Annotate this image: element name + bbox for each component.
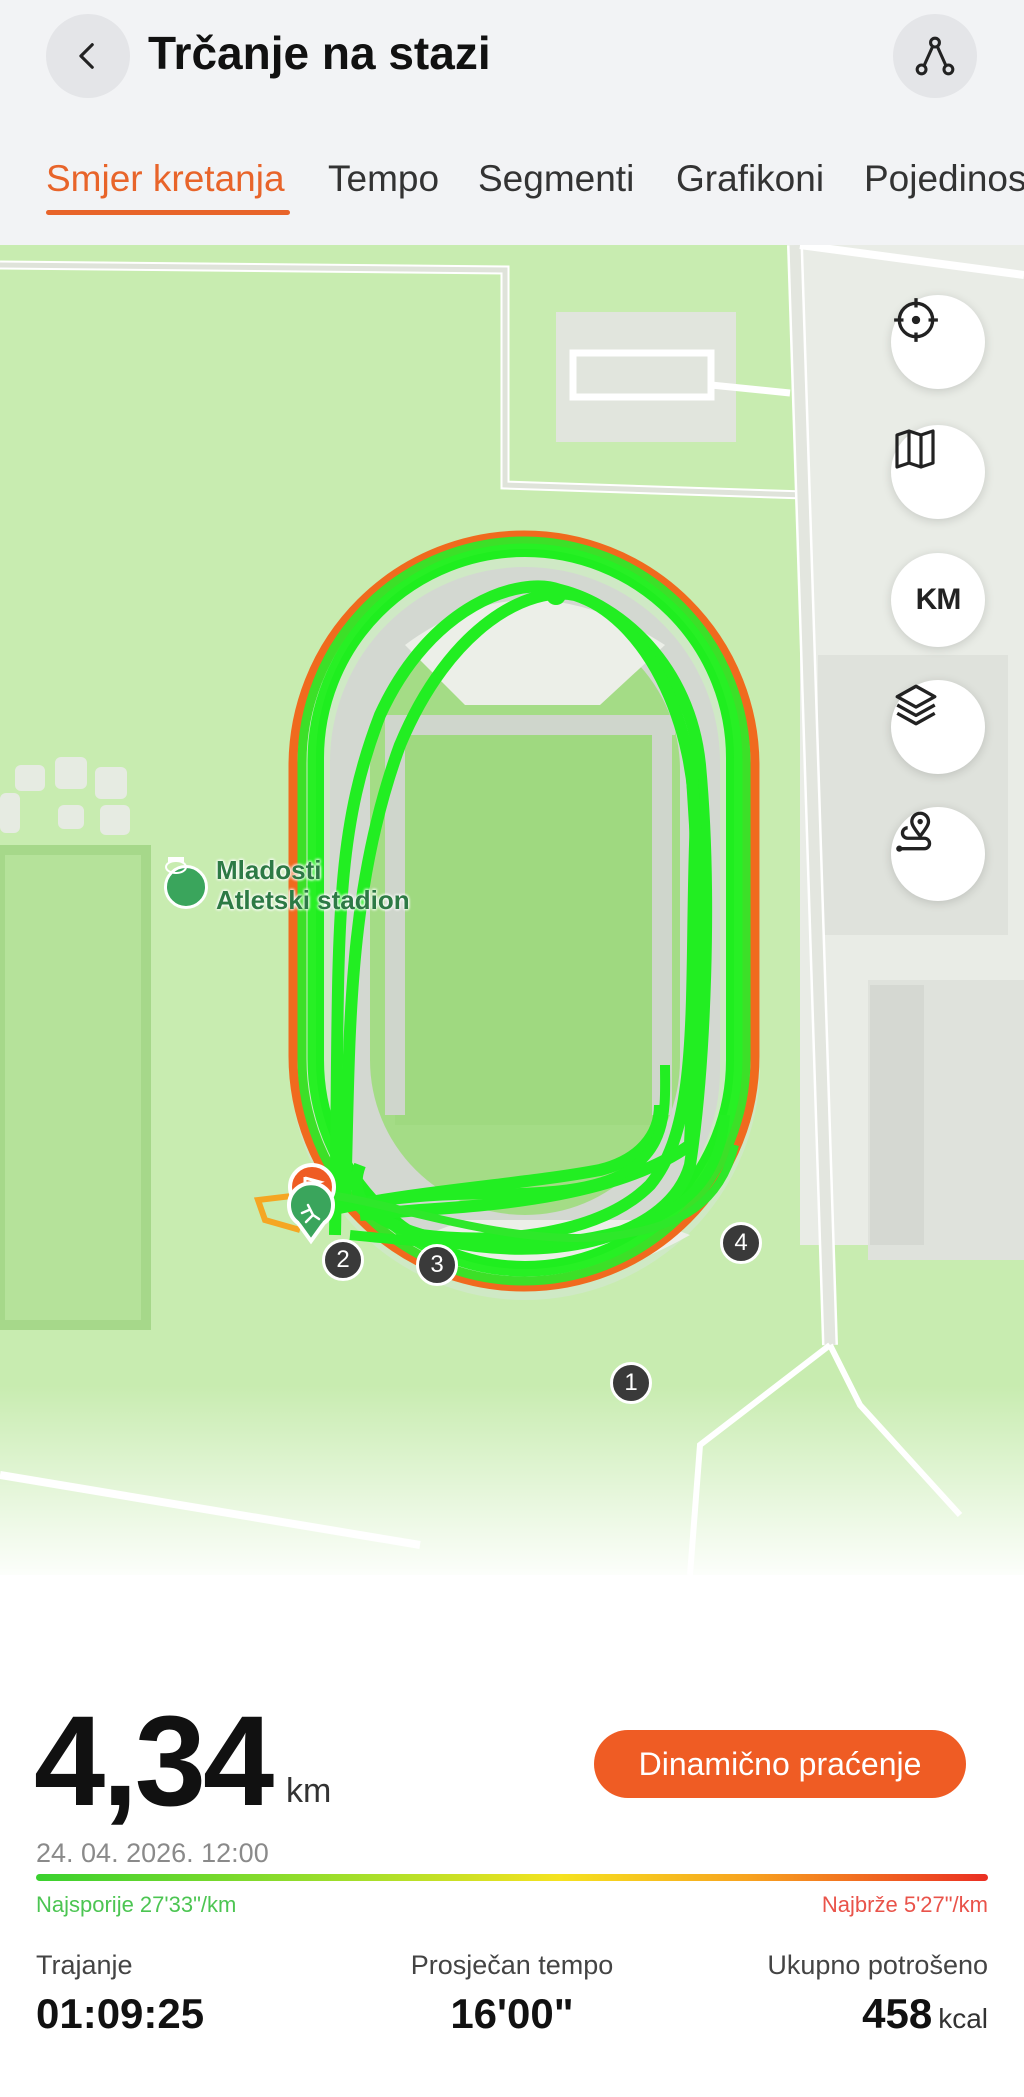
units-label: KM — [915, 583, 962, 616]
tab-pace[interactable]: Tempo — [328, 158, 439, 200]
route-pin-button[interactable] — [891, 807, 985, 901]
km-marker[interactable]: 3 — [416, 1244, 458, 1286]
tab-direction[interactable]: Smjer kretanja — [46, 158, 285, 200]
avg-pace-label: Prosječan tempo — [410, 1950, 614, 1980]
route-map[interactable]: Mladosti Atletski stadion 1 2 3 4 KM — [0, 245, 1024, 1575]
km-marker[interactable]: 2 — [322, 1239, 364, 1281]
route-icon — [915, 36, 955, 76]
km-marker[interactable]: 1 — [610, 1362, 652, 1404]
stadium-icon — [164, 857, 208, 909]
poi-label-line2: Atletski stadion — [216, 885, 410, 915]
chevron-left-icon — [79, 43, 94, 69]
duration-label: Trajanje — [36, 1950, 133, 1980]
route-share-button[interactable] — [893, 14, 977, 98]
stadium-poi[interactable]: Mladosti Atletski stadion — [164, 855, 410, 915]
page-title: Trčanje na stazi — [148, 27, 491, 79]
fastest-pace: Najbrže 5'27"/km — [821, 1892, 988, 1917]
distance-value: 4,34 — [34, 1690, 274, 1833]
avg-pace-value: 16'00" — [450, 1990, 574, 2037]
duration-value: 01:09:25 — [36, 1990, 205, 2037]
top-bar: Trčanje na stazi Smjer kretanja Tempo Se… — [0, 0, 1024, 245]
calories-label: Ukupno potrošeno — [767, 1950, 988, 1980]
layers-icon — [895, 684, 937, 726]
active-tab-indicator — [46, 210, 290, 215]
tab-charts[interactable]: Grafikoni — [676, 158, 824, 200]
distance-unit: km — [286, 1772, 332, 1810]
pace-gradient-bar — [36, 1874, 988, 1881]
calories-unit: kcal — [938, 2003, 988, 2034]
map-icon — [895, 429, 935, 469]
workout-datetime: 24. 04. 2026. 12:00 — [36, 1838, 269, 1868]
km-marker[interactable]: 4 — [720, 1222, 762, 1264]
units-button[interactable]: KM — [891, 553, 985, 647]
map-canvas — [0, 245, 1024, 1575]
map-bottom-fade — [0, 1385, 1024, 1575]
tab-details[interactable]: Pojedinosti — [864, 158, 1024, 200]
poi-label-line1: Mladosti — [216, 855, 322, 885]
tab-segments[interactable]: Segmenti — [478, 158, 634, 200]
crosshair-icon — [894, 298, 938, 342]
layers-button[interactable] — [891, 680, 985, 774]
route-pin-icon — [896, 811, 932, 852]
calories-block: 458 kcal — [862, 1990, 988, 2038]
locate-button[interactable] — [891, 295, 985, 389]
back-button[interactable] — [46, 14, 130, 98]
map-type-button[interactable] — [891, 425, 985, 519]
tab-bar: Smjer kretanja Tempo Segmenti Grafikoni … — [0, 150, 1024, 220]
dynamic-tracking-button[interactable]: Dinamično praćenje — [594, 1730, 966, 1798]
calories-value: 458 — [862, 1990, 933, 2037]
slowest-pace: Najsporije 27'33"/km — [36, 1892, 237, 1917]
